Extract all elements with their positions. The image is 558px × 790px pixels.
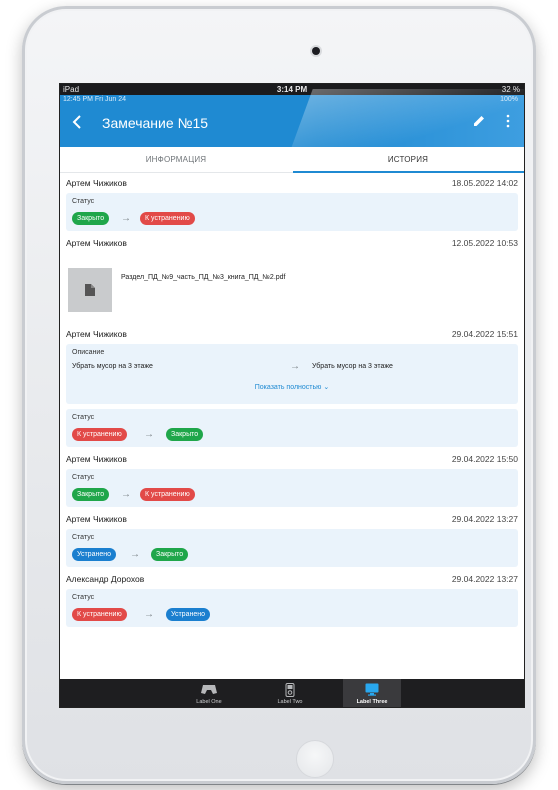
- show-more-link[interactable]: Показать полностью ⌄: [66, 383, 518, 391]
- history-list[interactable]: Артем Чижиков 18.05.2022 14:02 Статус За…: [60, 174, 524, 627]
- app-header: 12:45 PM Fri Jun 24 100% Замечание №15: [60, 89, 524, 159]
- app-status-datetime: 12:45 PM Fri Jun 24: [63, 96, 127, 103]
- bottom-tab-label-one[interactable]: Label One: [180, 679, 238, 707]
- app-status-bar: 12:45 PM Fri Jun 24 100%: [60, 95, 524, 105]
- entry-date: 29.04.2022 13:27: [451, 574, 518, 584]
- chevron-down-icon: ⌄: [323, 384, 330, 391]
- status-to-badge: Закрыто: [151, 548, 189, 561]
- arrow-right-icon: →: [121, 213, 131, 224]
- document-icon: [85, 284, 95, 296]
- show-more-label: Показать полностью: [254, 384, 322, 391]
- tab-information[interactable]: ИНФОРМАЦИЯ: [60, 147, 292, 173]
- description-new-value: Убрать мусор на 3 этаже: [312, 363, 393, 370]
- bottom-tab-bar: Label One Label Two Label Three: [60, 679, 524, 707]
- entry-author: Артем Чижиков: [66, 454, 127, 464]
- status-from-badge: К устранению: [72, 428, 127, 441]
- status-label: Статус: [72, 534, 95, 541]
- history-entry-header: Артем Чижиков 18.05.2022 14:02: [60, 174, 524, 193]
- tab-history[interactable]: ИСТОРИЯ: [292, 147, 524, 173]
- ipod-icon: [285, 683, 295, 697]
- history-entry-header: Артем Чижиков 29.04.2022 13:27: [60, 510, 524, 529]
- status-to-badge: К устранению: [140, 212, 195, 225]
- tab-bar-top: ИНФОРМАЦИЯ ИСТОРИЯ: [60, 147, 524, 173]
- status-to-badge: Закрыто: [166, 428, 204, 441]
- bottom-tab-label: Label Three: [356, 699, 388, 705]
- attachment-row[interactable]: Раздел_ПД_№9_часть_ПД_№3_книга_ПД_№2.pdf: [60, 253, 524, 323]
- front-camera: [312, 47, 320, 55]
- status-to-badge: К устранению: [140, 488, 195, 501]
- entry-date: 29.04.2022 15:50: [451, 454, 518, 464]
- app-screen: iPad 3:14 PM 32 % 12:45 PM Fri Jun 24 10…: [59, 83, 525, 708]
- status-to-badge: Устранено: [166, 608, 210, 621]
- history-entry-header: Артем Чижиков 29.04.2022 15:51: [60, 325, 524, 344]
- bottom-tab-label: Label Two: [277, 699, 303, 705]
- status-change-card: Статус Устранено → Закрыто: [66, 529, 518, 567]
- status-from-badge: Закрыто: [72, 488, 110, 501]
- status-label: Статус: [72, 414, 95, 421]
- status-from-badge: Закрыто: [72, 212, 110, 225]
- bottom-tab-label: Label One: [196, 699, 222, 705]
- entry-author: Александр Дорохов: [66, 574, 145, 584]
- status-label: Статус: [72, 474, 95, 481]
- status-change-card: Статус Закрыто → К устранению: [66, 469, 518, 507]
- entry-date: 12.05.2022 10:53: [451, 238, 518, 248]
- arrow-right-icon: →: [121, 489, 131, 500]
- gamepad-icon: [201, 685, 217, 694]
- arrow-right-icon: →: [130, 549, 140, 560]
- arrow-right-icon: →: [290, 361, 300, 372]
- status-label: Статус: [72, 594, 95, 601]
- status-from-badge: Устранено: [72, 548, 116, 561]
- entry-author: Артем Чижиков: [66, 238, 127, 248]
- active-tab-indicator: [293, 171, 524, 173]
- arrow-right-icon: →: [144, 609, 154, 620]
- app-status-battery: 100%: [500, 96, 518, 103]
- home-button[interactable]: [296, 740, 334, 778]
- history-entry-header: Артем Чижиков 29.04.2022 15:50: [60, 450, 524, 469]
- entry-date: 29.04.2022 13:27: [451, 514, 518, 524]
- entry-date: 18.05.2022 14:02: [451, 178, 518, 188]
- status-change-card: Статус К устранению → Закрыто: [66, 409, 518, 447]
- more-vertical-icon[interactable]: [504, 114, 512, 128]
- history-entry-header: Артем Чижиков 12.05.2022 10:53: [60, 234, 524, 253]
- file-thumbnail[interactable]: [68, 268, 112, 312]
- entry-author: Артем Чижиков: [66, 329, 127, 339]
- page-title: Замечание №15: [102, 115, 209, 131]
- edit-pencil-icon[interactable]: [472, 114, 486, 128]
- description-old-value: Убрать мусор на 3 этаже: [72, 363, 153, 370]
- description-label: Описание: [72, 349, 105, 356]
- entry-author: Артем Чижиков: [66, 514, 127, 524]
- status-change-card: Статус К устранению → Устранено: [66, 589, 518, 627]
- entry-date: 29.04.2022 15:51: [451, 329, 518, 339]
- monitor-icon: [365, 683, 379, 696]
- status-label: Статус: [72, 198, 95, 205]
- entry-author: Артем Чижиков: [66, 178, 127, 188]
- back-arrow-icon[interactable]: [70, 114, 84, 130]
- description-change-card: Описание Убрать мусор на 3 этаже → Убрат…: [66, 344, 518, 404]
- history-entry-header: Александр Дорохов 29.04.2022 13:27: [60, 570, 524, 589]
- bottom-tab-label-two[interactable]: Label Two: [261, 679, 319, 707]
- status-change-card: Статус Закрыто → К устранению: [66, 193, 518, 231]
- status-from-badge: К устранению: [72, 608, 127, 621]
- bottom-tab-label-three[interactable]: Label Three: [343, 679, 401, 707]
- arrow-right-icon: →: [144, 429, 154, 440]
- attachment-filename[interactable]: Раздел_ПД_№9_часть_ПД_№3_книга_ПД_№2.pdf: [121, 274, 286, 281]
